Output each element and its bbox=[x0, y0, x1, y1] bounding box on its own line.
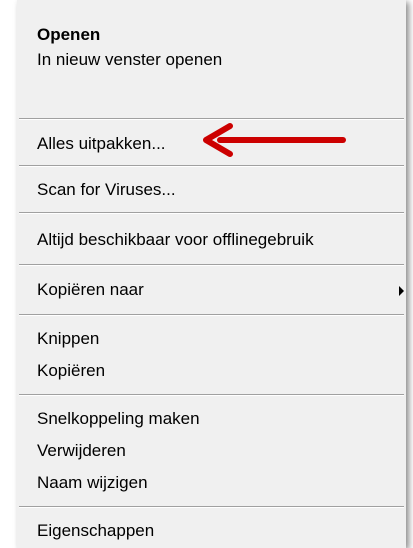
menu-item-delete[interactable]: Verwijderen bbox=[17, 437, 406, 465]
menu-item-properties[interactable]: Eigenschappen bbox=[17, 517, 406, 545]
red-arrow-icon bbox=[203, 123, 346, 157]
menu-item-scan-viruses[interactable]: Scan for Viruses... bbox=[17, 176, 406, 204]
submenu-arrow-icon bbox=[399, 286, 404, 296]
menu-separator bbox=[19, 264, 404, 266]
menu-item-create-shortcut[interactable]: Snelkoppeling maken bbox=[17, 405, 406, 433]
menu-separator bbox=[19, 118, 404, 120]
menu-item-copy-to[interactable]: Kopiëren naar bbox=[17, 276, 406, 304]
menu-item-rename[interactable]: Naam wijzigen bbox=[17, 469, 406, 497]
menu-separator bbox=[19, 165, 404, 167]
menu-separator bbox=[19, 394, 404, 396]
menu-item-cut[interactable]: Knippen bbox=[17, 325, 406, 353]
screenshot-frame: Openen In nieuw venster openen Alles uit… bbox=[0, 0, 413, 548]
menu-item-copy[interactable]: Kopiëren bbox=[17, 357, 406, 385]
context-menu: Openen In nieuw venster openen Alles uit… bbox=[17, 0, 406, 548]
menu-separator bbox=[19, 506, 404, 508]
menu-separator bbox=[19, 212, 404, 214]
menu-item-always-offline[interactable]: Altijd beschikbaar voor offlinegebruik bbox=[17, 226, 406, 254]
menu-item-open-new-window[interactable]: In nieuw venster openen bbox=[17, 46, 406, 74]
menu-separator bbox=[19, 314, 404, 316]
menu-item-copy-to-label: Kopiëren naar bbox=[37, 280, 144, 299]
menu-item-openen[interactable]: Openen bbox=[17, 21, 406, 49]
